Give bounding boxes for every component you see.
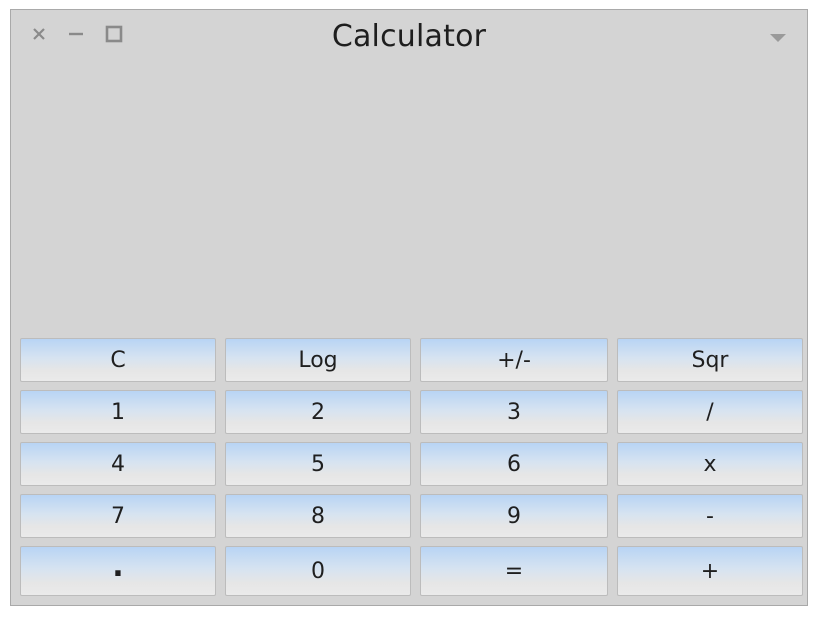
digit-9-button[interactable]: 9 — [420, 494, 608, 538]
negate-button[interactable]: +/- — [420, 338, 608, 382]
chevron-down-icon — [770, 34, 786, 42]
digit-5-button[interactable]: 5 — [225, 442, 411, 486]
titlebar: Calculator — [11, 10, 807, 62]
digit-6-button[interactable]: 6 — [420, 442, 608, 486]
decimal-button[interactable]: . — [20, 546, 216, 596]
calculator-display — [21, 70, 797, 332]
clear-button[interactable]: C — [20, 338, 216, 382]
window-menu-button[interactable] — [767, 30, 789, 44]
equals-button[interactable]: = — [420, 546, 608, 596]
digit-3-button[interactable]: 3 — [420, 390, 608, 434]
digit-7-button[interactable]: 7 — [20, 494, 216, 538]
subtract-button[interactable]: - — [617, 494, 803, 538]
keypad: C Log +/- Sqr 1 2 3 / 4 5 6 x 7 8 9 - . … — [20, 338, 803, 599]
add-button[interactable]: + — [617, 546, 803, 596]
sqr-button[interactable]: Sqr — [617, 338, 803, 382]
window-title: Calculator — [331, 19, 487, 54]
digit-1-button[interactable]: 1 — [20, 390, 216, 434]
divide-button[interactable]: / — [617, 390, 803, 434]
multiply-button[interactable]: x — [617, 442, 803, 486]
digit-2-button[interactable]: 2 — [225, 390, 411, 434]
digit-4-button[interactable]: 4 — [20, 442, 216, 486]
calculator-window: Calculator C Log +/- Sqr 1 2 3 / 4 5 6 x… — [10, 9, 808, 606]
digit-0-button[interactable]: 0 — [225, 546, 411, 596]
log-button[interactable]: Log — [225, 338, 411, 382]
digit-8-button[interactable]: 8 — [225, 494, 411, 538]
